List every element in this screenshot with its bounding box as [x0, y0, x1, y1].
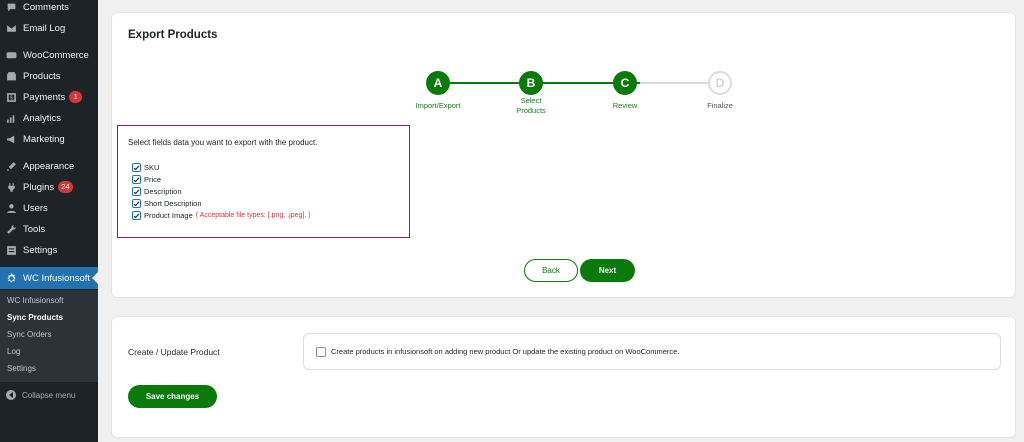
export-products-card: Export Products A B C D Import/Export Se… — [111, 12, 1016, 298]
sidebar-item-analytics[interactable]: Analytics — [0, 108, 98, 128]
collapse-arrow-icon — [6, 390, 16, 400]
appearance-icon — [6, 161, 17, 172]
settings-icon — [6, 245, 17, 256]
step-a-label: Import/Export — [415, 101, 461, 110]
sidebar-item-wc-infusionsoft[interactable]: WC Infusionsoft — [0, 267, 98, 289]
email-icon — [6, 23, 17, 34]
next-button[interactable]: Next — [580, 259, 635, 282]
sidebar-item-appearance[interactable]: Appearance — [0, 156, 98, 176]
submenu-item-settings[interactable]: Settings — [7, 364, 36, 373]
back-button[interactable]: Back — [524, 259, 578, 282]
sidebar-item-woocommerce[interactable]: WooCommerce — [0, 45, 98, 65]
create-update-option-text: Create products in infusionsoft on addin… — [331, 347, 680, 356]
collapse-menu-button[interactable]: Collapse menu — [0, 386, 98, 404]
fields-heading: Select fields data you want to export wi… — [128, 138, 318, 147]
image-file-types-hint: ( Acceptable file types: [.png, .jpeg]. … — [195, 212, 311, 219]
comment-icon — [6, 2, 17, 13]
sidebar-item-products[interactable]: Products — [0, 66, 98, 86]
submenu-item-log[interactable]: Log — [7, 347, 20, 356]
step-d-circle: D — [708, 71, 732, 95]
field-sku[interactable]: SKU — [132, 163, 159, 172]
step-d-label: Finalize — [707, 101, 733, 110]
wc-infusionsoft-submenu: WC Infusionsoft Sync Products Sync Order… — [0, 290, 98, 382]
sidebar-item-marketing[interactable]: Marketing — [0, 129, 98, 149]
gear-icon — [6, 273, 17, 284]
sidebar-item-comments[interactable]: Comments — [0, 0, 98, 17]
admin-sidebar: Comments Email Log WooCommerce Products … — [0, 0, 98, 442]
products-icon — [6, 71, 17, 82]
plugins-icon — [6, 182, 17, 193]
sidebar-item-plugins[interactable]: Plugins 24 — [0, 177, 98, 197]
sidebar-item-settings[interactable]: Settings — [0, 240, 98, 260]
tools-icon — [6, 224, 17, 235]
svg-text:$: $ — [10, 95, 13, 101]
analytics-icon — [6, 113, 17, 124]
step-b-circle: B — [519, 71, 543, 95]
page-title: Export Products — [128, 29, 218, 41]
woocommerce-icon — [6, 50, 17, 61]
step-c-circle: C — [613, 71, 637, 95]
plugins-count-badge: 24 — [58, 181, 73, 193]
create-update-product-card: Create / Update Product Create products … — [111, 316, 1016, 438]
create-update-label: Create / Update Product — [128, 347, 220, 357]
submenu-item-sync-orders[interactable]: Sync Orders — [7, 330, 51, 339]
submenu-item-wc-infusionsoft[interactable]: WC Infusionsoft — [7, 296, 63, 305]
description-checkbox[interactable] — [132, 187, 141, 196]
field-short-description[interactable]: Short Description — [132, 199, 202, 208]
field-product-image[interactable]: Product Image ( Acceptable file types: [… — [132, 211, 311, 220]
sku-checkbox[interactable] — [132, 163, 141, 172]
payments-count-badge: 1 — [69, 91, 83, 103]
sidebar-item-tools[interactable]: Tools — [0, 219, 98, 239]
field-price[interactable]: Price — [132, 175, 161, 184]
price-checkbox[interactable] — [132, 175, 141, 184]
short-description-checkbox[interactable] — [132, 199, 141, 208]
step-b-label: Select Products — [516, 96, 546, 115]
field-description[interactable]: Description — [132, 187, 182, 196]
payments-icon: $ — [6, 92, 17, 103]
product-image-checkbox[interactable] — [132, 211, 141, 220]
sidebar-item-payments[interactable]: $ Payments 1 — [0, 87, 98, 107]
sidebar-item-users[interactable]: Users — [0, 198, 98, 218]
step-c-label: Review — [612, 101, 638, 110]
sidebar-item-email-log[interactable]: Email Log — [0, 18, 98, 38]
create-update-checkbox[interactable] — [316, 346, 326, 357]
save-changes-button[interactable]: Save changes — [128, 385, 217, 408]
export-fields-panel: Select fields data you want to export wi… — [117, 125, 410, 238]
submenu-item-sync-products[interactable]: Sync Products — [7, 313, 63, 322]
users-icon — [6, 203, 17, 214]
marketing-icon — [6, 134, 17, 145]
create-update-option[interactable]: Create products in infusionsoft on addin… — [303, 333, 1001, 370]
step-a-circle: A — [426, 71, 450, 95]
